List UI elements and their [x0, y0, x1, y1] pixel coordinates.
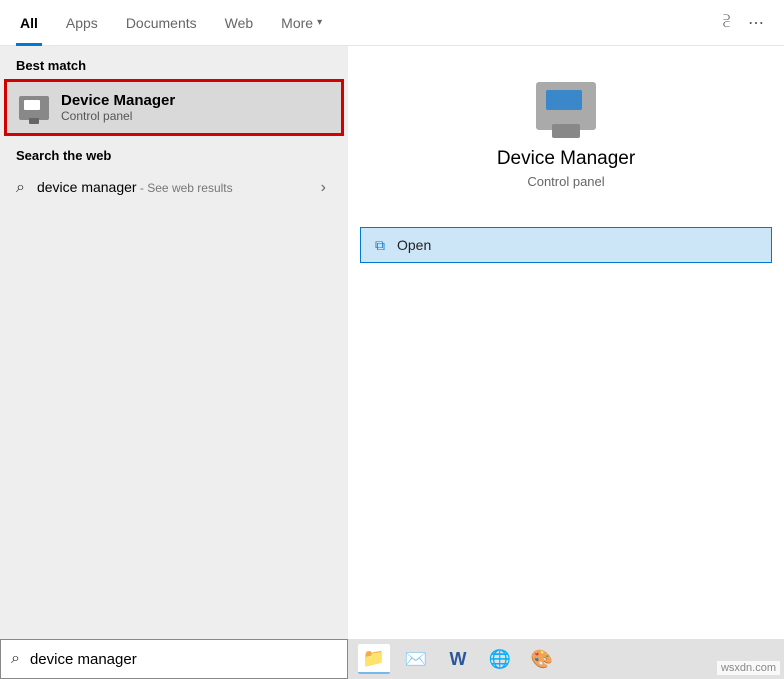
best-match-label: Best match [0, 46, 348, 79]
search-icon: ⌕ [16, 179, 25, 197]
search-bar[interactable]: ⌕ [0, 639, 348, 679]
best-match-subtitle: Control panel [61, 109, 175, 123]
web-query-text: device manager [37, 179, 137, 195]
preview-panel: Device Manager Control panel ⧉ Open [348, 46, 784, 639]
results-panel: Best match Device Manager Control panel … [0, 46, 348, 639]
main-area: Best match Device Manager Control panel … [0, 46, 784, 639]
open-label: Open [397, 237, 431, 253]
chevron-right-icon: › [321, 179, 332, 197]
filter-tabs: All Apps Documents Web More ⫔ ⋯ [0, 0, 784, 46]
search-input[interactable] [30, 651, 337, 668]
search-web-label: Search the web [0, 136, 348, 169]
taskbar-word[interactable]: W [442, 644, 474, 674]
tab-all[interactable]: All [6, 0, 52, 46]
tab-documents[interactable]: Documents [112, 0, 211, 46]
taskbar-file-explorer[interactable]: 📁 [358, 644, 390, 674]
preview-hero: Device Manager Control panel [348, 46, 784, 189]
watermark: wsxdn.com [717, 661, 780, 675]
web-result-row[interactable]: ⌕ device manager - See web results › [0, 169, 348, 207]
overflow-icon[interactable]: ⋯ [748, 13, 764, 33]
taskbar-paint[interactable]: 🎨 [526, 644, 558, 674]
best-match-title: Device Manager [61, 92, 175, 109]
open-icon: ⧉ [375, 237, 385, 254]
taskbar-mail[interactable]: ✉️ [400, 644, 432, 674]
tab-more[interactable]: More [267, 0, 336, 46]
best-match-result[interactable]: Device Manager Control panel [4, 79, 344, 136]
preview-subtitle: Control panel [527, 174, 604, 189]
tab-web[interactable]: Web [211, 0, 268, 46]
tab-apps[interactable]: Apps [52, 0, 112, 46]
device-manager-large-icon [536, 82, 596, 130]
search-icon: ⌕ [11, 650, 20, 668]
taskbar-chrome[interactable]: 🌐 [484, 644, 516, 674]
top-right-actions: ⫔ ⋯ [723, 13, 778, 33]
web-suffix: - See web results [137, 181, 233, 195]
device-manager-icon [19, 96, 49, 120]
preview-title: Device Manager [497, 148, 635, 170]
feedback-icon[interactable]: ⫔ [723, 13, 730, 33]
open-button[interactable]: ⧉ Open [360, 227, 772, 263]
